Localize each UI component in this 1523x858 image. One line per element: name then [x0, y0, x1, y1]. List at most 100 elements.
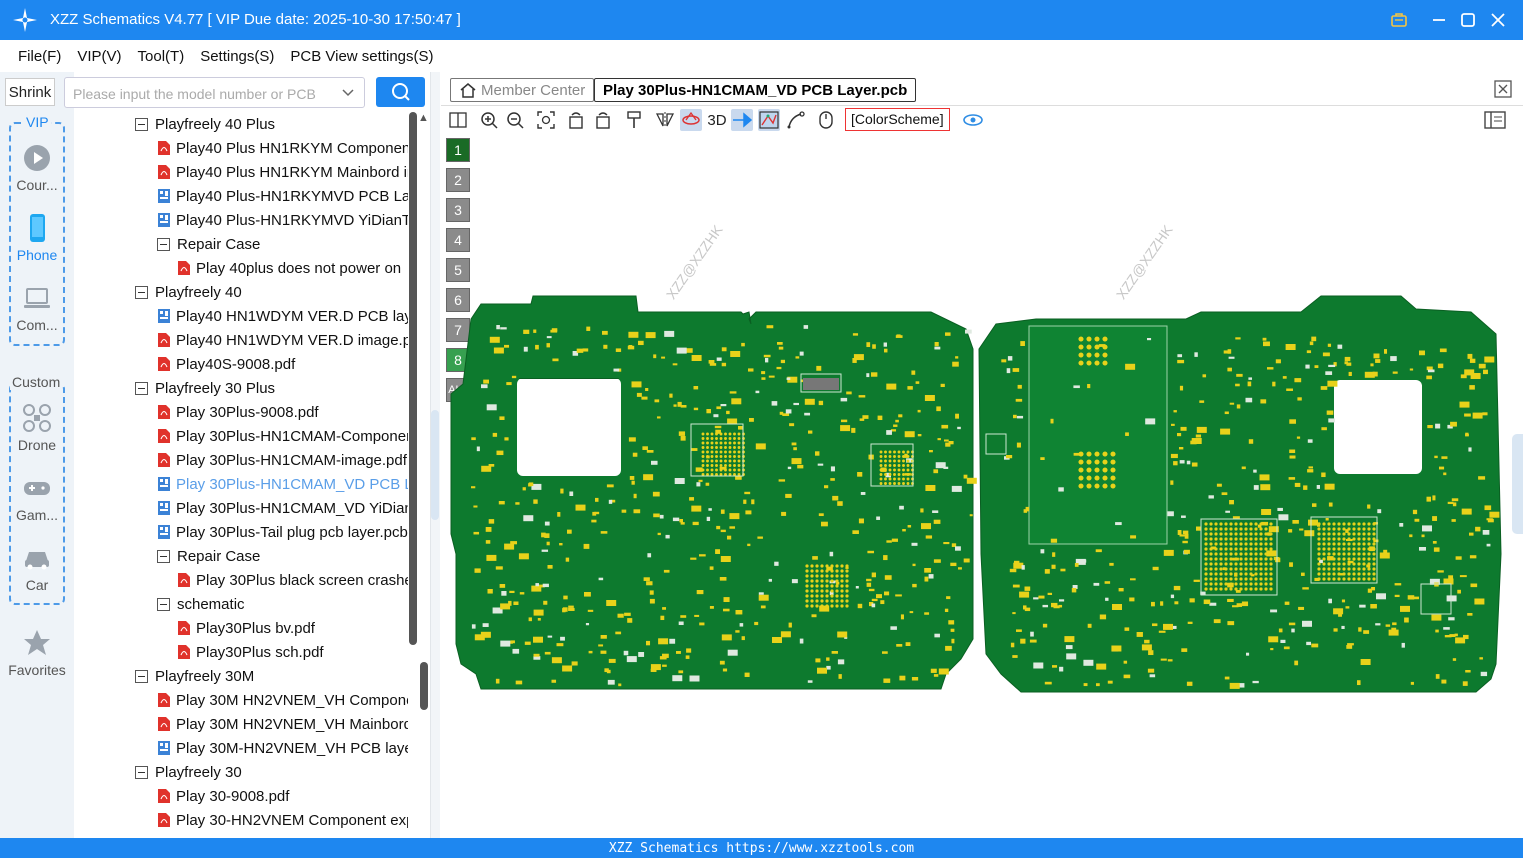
tree-file[interactable]: Play 30Plus-HN1CMAM_VD PCB Layer — [157, 472, 408, 496]
tree-folder[interactable]: Playfreely 30 Plus — [135, 376, 275, 400]
rail-item-computer[interactable]: Com... — [0, 283, 74, 333]
rail-item-car[interactable]: Car — [0, 543, 74, 593]
tree-file[interactable]: Play 30Plus-HN1CMAM-Component — [157, 424, 408, 448]
tree-label: Play40 Plus HN1RKYM Component — [176, 139, 408, 157]
tree-file[interactable]: Play 30Plus-9008.pdf — [157, 400, 319, 424]
collapse-icon[interactable] — [135, 765, 148, 779]
split-view-icon[interactable] — [447, 109, 469, 131]
tree-file[interactable]: Play40 Plus-HN1RKYMVD PCB Layer — [157, 184, 408, 208]
color-scheme-button[interactable]: [ColorScheme] — [845, 108, 950, 131]
tree-folder[interactable]: Playfreely 30 — [135, 760, 242, 784]
tree-label: Play 30M HN2VNEM_VH Component — [176, 691, 408, 709]
pdf-file-icon — [158, 717, 170, 731]
tree-file[interactable]: Play40 Plus HN1RKYM Component — [157, 136, 408, 160]
rail-item-phone[interactable]: Phone — [0, 213, 74, 263]
fit-view-icon[interactable] — [535, 109, 557, 131]
vip-icon[interactable] — [1387, 8, 1411, 32]
tree-file[interactable]: Play 30Plus-HN1CMAM_VD YiDianTo — [157, 496, 408, 520]
tab-member-center[interactable]: Member Center — [450, 78, 595, 102]
collapse-icon[interactable] — [135, 285, 148, 299]
flip-board-icon[interactable] — [680, 109, 702, 131]
tree-file[interactable]: Play40S-9008.pdf — [157, 352, 295, 376]
rail-item-label: Phone — [16, 247, 58, 263]
tree-file[interactable]: Play 30M HN2VNEM_VH Component — [157, 688, 408, 712]
shrink-button[interactable]: Shrink — [5, 78, 55, 106]
tree-file[interactable]: Play40 Plus-HN1RKYMVD YiDianTo — [157, 208, 408, 232]
pcb-file-icon — [158, 213, 170, 227]
tree-file[interactable]: Play30Plus sch.pdf — [177, 640, 324, 664]
menu-tool[interactable]: Tool(T) — [130, 48, 193, 65]
tab-bar: Member Center Play 30Plus-HN1CMAM_VD PCB… — [441, 72, 1523, 106]
tree-file[interactable]: Play 30-HN2VNEM Component exp — [157, 808, 408, 832]
tree-folder[interactable]: Playfreely 40 Plus — [135, 112, 275, 136]
maximize-icon[interactable] — [1456, 8, 1480, 32]
mirror-icon[interactable] — [654, 109, 676, 131]
splitter-handle[interactable] — [431, 410, 439, 520]
tree-file[interactable]: Play 30M-HN2VNEM_VH PCB layer — [157, 736, 408, 760]
rail-item-courses[interactable]: Cour... — [0, 143, 74, 193]
collapse-icon[interactable] — [157, 237, 170, 251]
file-tree: Playfreely 40 Plus Play40 Plus HN1RKYM Co… — [75, 112, 408, 838]
close-icon[interactable] — [1486, 8, 1510, 32]
tree-label: Playfreely 30 Plus — [155, 379, 276, 397]
tree-label: Play40 Plus-HN1RKYMVD YiDianTo — [176, 211, 408, 229]
tree-file[interactable]: Play 40plus does not power on — [177, 256, 401, 280]
right-panel-handle[interactable] — [1512, 434, 1523, 534]
side-panel-icon[interactable] — [1484, 109, 1506, 131]
rotate-right-icon[interactable] — [592, 109, 614, 131]
search-input[interactable]: Please input the model number or PCB — [64, 77, 365, 108]
zoom-out-icon[interactable] — [504, 109, 526, 131]
eye-icon[interactable] — [962, 109, 984, 131]
menu-vip[interactable]: VIP(V) — [69, 48, 129, 65]
pin-mode-icon[interactable] — [731, 109, 753, 131]
trace-icon[interactable] — [785, 109, 807, 131]
tree-file[interactable]: Play30Plus bv.pdf — [177, 616, 315, 640]
pcb-canvas[interactable]: 1 2 3 4 5 6 7 8 ALL XZZ@XZZHK XZZ@XZZHK — [441, 134, 1523, 838]
menu-settings[interactable]: Settings(S) — [192, 48, 282, 65]
tree-label: Play 30Plus-HN1CMAM-Component — [176, 427, 408, 445]
pcb-board-render[interactable] — [441, 134, 1523, 838]
zoom-in-icon[interactable] — [478, 109, 500, 131]
menu-pcb-view-settings[interactable]: PCB View settings(S) — [282, 48, 441, 65]
scroll-up-icon[interactable]: ▲ — [418, 112, 430, 124]
tab-pcb-file[interactable]: Play 30Plus-HN1CMAM_VD PCB Layer.pcb — [594, 78, 917, 102]
net-highlight-icon[interactable] — [758, 109, 780, 131]
tree-file[interactable]: Play 30Plus-Tail plug pcb layer.pcb — [157, 520, 408, 544]
tree-file[interactable]: Play 30Plus black screen crashes — [177, 568, 408, 592]
pcb-file-icon — [158, 741, 170, 755]
collapse-icon[interactable] — [157, 597, 170, 611]
rail-item-drone[interactable]: Drone — [0, 403, 74, 453]
pcb-file-icon — [158, 189, 170, 203]
tree-file[interactable]: Play40 Plus HN1RKYM Mainbord in — [157, 160, 408, 184]
mouse-icon[interactable] — [815, 109, 837, 131]
pdf-file-icon — [158, 453, 170, 467]
tree-folder[interactable]: Repair Case — [157, 232, 260, 256]
tree-label: Play 30Plus-HN1CMAM_VD YiDianTo — [176, 499, 408, 517]
collapse-icon[interactable] — [135, 669, 148, 683]
rotate-left-icon[interactable] — [565, 109, 587, 131]
tree-folder[interactable]: Repair Case — [157, 544, 260, 568]
tree-file[interactable]: Play40 HN1WDYM VER.D image.pdf — [157, 328, 408, 352]
minimize-icon[interactable] — [1427, 8, 1451, 32]
probe-icon[interactable] — [623, 109, 645, 131]
tree-file[interactable]: Play 30M HN2VNEM_VH Mainbord — [157, 712, 408, 736]
collapse-icon[interactable] — [157, 549, 170, 563]
chevron-down-icon[interactable] — [340, 84, 356, 100]
tree-scrollbar-thumb[interactable] — [420, 662, 428, 710]
search-button[interactable] — [376, 77, 425, 107]
rail-item-game[interactable]: Gam... — [0, 473, 74, 523]
tree-file[interactable]: Play40 HN1WDYM VER.D PCB layer — [157, 304, 408, 328]
collapse-icon[interactable] — [135, 117, 148, 131]
tree-folder[interactable]: Playfreely 30M — [135, 664, 254, 688]
custom-group-label: Custom — [10, 374, 63, 390]
tree-file[interactable]: Play 30Plus-HN1CMAM-image.pdf — [157, 448, 407, 472]
close-tab-icon[interactable] — [1494, 80, 1512, 98]
menu-file[interactable]: File(F) — [10, 48, 69, 65]
tree-file[interactable]: Play 30-9008.pdf — [157, 784, 289, 808]
collapse-icon[interactable] — [135, 381, 148, 395]
tree-scrollbar[interactable] — [409, 112, 417, 645]
3d-view-button[interactable]: 3D — [704, 109, 730, 131]
rail-item-favorites[interactable]: Favorites — [0, 628, 74, 678]
tree-folder[interactable]: schematic — [157, 592, 245, 616]
tree-folder[interactable]: Playfreely 40 — [135, 280, 242, 304]
